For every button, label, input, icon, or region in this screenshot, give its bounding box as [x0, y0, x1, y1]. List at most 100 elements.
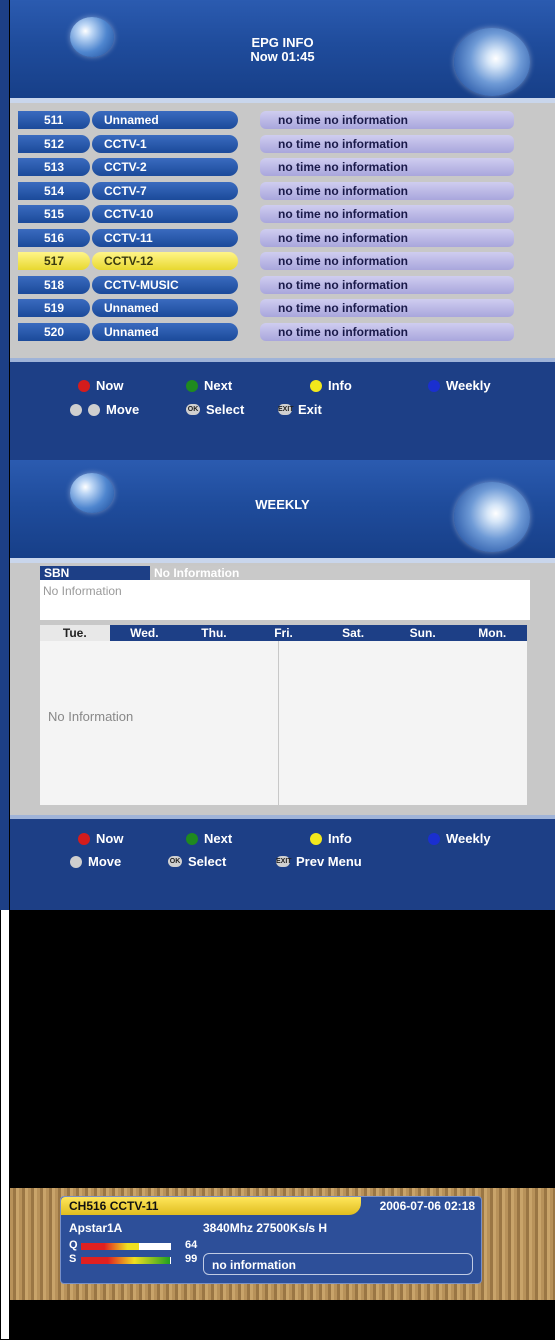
day-tab[interactable]: Sun.	[388, 625, 458, 641]
left-right-arrow-icon	[88, 403, 100, 416]
channel-number: 512	[18, 134, 90, 153]
legend-weekly-label: Weekly	[446, 378, 491, 393]
epg-info-screen: EPG INFO Now 01:45 511 Unnamed no time no …	[10, 0, 555, 460]
day-tab[interactable]: Thu.	[179, 625, 249, 641]
channel-name: Unnamed	[92, 322, 238, 341]
channel-name: CCTV-10	[92, 205, 238, 223]
strength-meter-fill	[81, 1257, 171, 1264]
day-tab[interactable]: Sat.	[318, 625, 388, 641]
program-info: no time no information	[260, 134, 514, 153]
program-description: No Information	[40, 580, 530, 620]
channel-name: CCTV-2	[92, 158, 238, 176]
channel-number: 515	[18, 205, 90, 223]
exit-button-icon: EXIT	[278, 404, 294, 415]
blue-button-icon	[428, 832, 440, 845]
legend-move-label: Move	[88, 854, 122, 869]
ok-button-icon: OK	[186, 404, 200, 415]
program-list[interactable]: No Information	[40, 641, 278, 805]
day-tab[interactable]: Tue.	[40, 625, 110, 641]
channel-info: No Information	[150, 566, 530, 580]
channel-name: CCTV-1	[92, 134, 238, 153]
program-info: no time no information	[260, 111, 514, 129]
legend-info-label: Info	[328, 378, 352, 393]
frequency: 3840Mhz 27500Ks/s H	[203, 1221, 328, 1235]
legend-weekly-label: Weekly	[446, 831, 491, 846]
channel-row[interactable]: 515 CCTV-10 no time no information	[10, 205, 555, 223]
channel-number: 513	[18, 158, 90, 176]
channel-info-banner: CH516 CCTV-11 2006-07-06 02:18 Apstar1A …	[60, 1196, 482, 1284]
legend-next[interactable]: Next	[186, 831, 232, 846]
channel-row[interactable]: 516 CCTV-11 no time no information	[10, 228, 555, 247]
bubble-icon	[454, 482, 530, 552]
channel-number: 514	[18, 181, 90, 200]
blue-button-icon	[428, 379, 440, 392]
legend-select[interactable]: OK Select	[168, 854, 226, 869]
quality-value: 64	[185, 1239, 198, 1251]
program-info: no time no information	[260, 228, 514, 247]
legend-move[interactable]: Move	[70, 402, 139, 417]
legend-prev-menu[interactable]: EXIT Prev Menu	[276, 854, 362, 869]
up-down-arrow-icon	[70, 855, 82, 868]
satellite-name: Apstar1A	[69, 1221, 123, 1235]
legend-now[interactable]: Now	[78, 378, 123, 393]
red-button-icon	[78, 832, 90, 845]
channel-row[interactable]: 513 CCTV-2 no time no information	[10, 158, 555, 176]
weekly-content: SBN No Information No Information Tue. We…	[10, 563, 555, 815]
channel-row[interactable]: 517 CCTV-12 no time no information	[10, 252, 555, 270]
channel-number: 511	[18, 111, 90, 129]
channel-name: CCTV-11	[92, 228, 238, 247]
yellow-button-icon	[310, 379, 322, 392]
program-info: no time no information	[260, 205, 514, 223]
legend-weekly[interactable]: Weekly	[428, 378, 491, 393]
live-tv-screen: CH516 CCTV-11 2006-07-06 02:18 Apstar1A …	[10, 910, 555, 1340]
channel-row[interactable]: 518 CCTV-MUSIC no time no information	[10, 275, 555, 294]
channel-number: 516	[18, 228, 90, 247]
legend-select[interactable]: OK Select	[186, 402, 244, 417]
legend-move[interactable]: Move	[70, 854, 121, 869]
legend-move-label: Move	[106, 402, 140, 417]
program-info: no time no information	[260, 252, 514, 270]
legend-select-label: Select	[188, 854, 227, 869]
channel-row[interactable]: 512 CCTV-1 no time no information	[10, 134, 555, 153]
strength-label: S	[69, 1253, 77, 1265]
strength-meter	[81, 1257, 171, 1264]
quality-meter-fill	[81, 1243, 139, 1250]
legend-bar: Now Next Info Weekly Move OK Select EXIT…	[10, 819, 555, 910]
weekly-screen: WEEKLY SBN No Information No Information…	[10, 460, 555, 910]
legend-weekly[interactable]: Weekly	[428, 831, 491, 846]
legend-bar: Now Next Info Weekly Move OK Select EXIT…	[10, 362, 555, 460]
legend-info[interactable]: Info	[310, 378, 352, 393]
red-button-icon	[78, 379, 90, 392]
channel-number: 517	[18, 252, 90, 270]
channel-row[interactable]: 511 Unnamed no time no information	[10, 111, 555, 129]
divider	[9, 0, 10, 1340]
exit-button-icon: EXIT	[276, 856, 292, 867]
channel-name: CCTV-MUSIC	[92, 275, 238, 294]
page-title: WEEKLY	[255, 497, 310, 512]
channel-name: CCTV-7	[92, 181, 238, 200]
program-detail	[279, 641, 527, 805]
yellow-button-icon	[310, 832, 322, 845]
legend-now[interactable]: Now	[78, 831, 123, 846]
day-tab[interactable]: Wed.	[110, 625, 180, 641]
page-title: EPG INFO	[251, 35, 314, 50]
legend-info[interactable]: Info	[310, 831, 352, 846]
legend-next[interactable]: Next	[186, 378, 232, 393]
channel-list: 511 Unnamed no time no information 512 CCTV-…	[10, 103, 555, 360]
quality-label: Q	[69, 1239, 78, 1251]
legend-exit-label: Exit	[298, 402, 322, 417]
day-tab[interactable]: Mon.	[457, 625, 527, 641]
green-button-icon	[186, 832, 198, 845]
legend-exit[interactable]: EXIT Exit	[278, 402, 322, 417]
program-info: no information	[203, 1253, 473, 1275]
epg-header: EPG INFO Now 01:45	[10, 0, 555, 98]
channel-row[interactable]: 520 Unnamed no time no information	[10, 322, 555, 341]
strength-value: 99	[185, 1253, 198, 1265]
channel-row[interactable]: 514 CCTV-7 no time no information	[10, 181, 555, 200]
day-tab[interactable]: Fri.	[249, 625, 319, 641]
channel-row[interactable]: 519 Unnamed no time no information	[10, 299, 555, 317]
channel-number: 520	[18, 322, 90, 341]
program-info: no time no information	[260, 158, 514, 176]
quality-meter	[81, 1243, 171, 1250]
channel-name: Unnamed	[92, 111, 238, 129]
